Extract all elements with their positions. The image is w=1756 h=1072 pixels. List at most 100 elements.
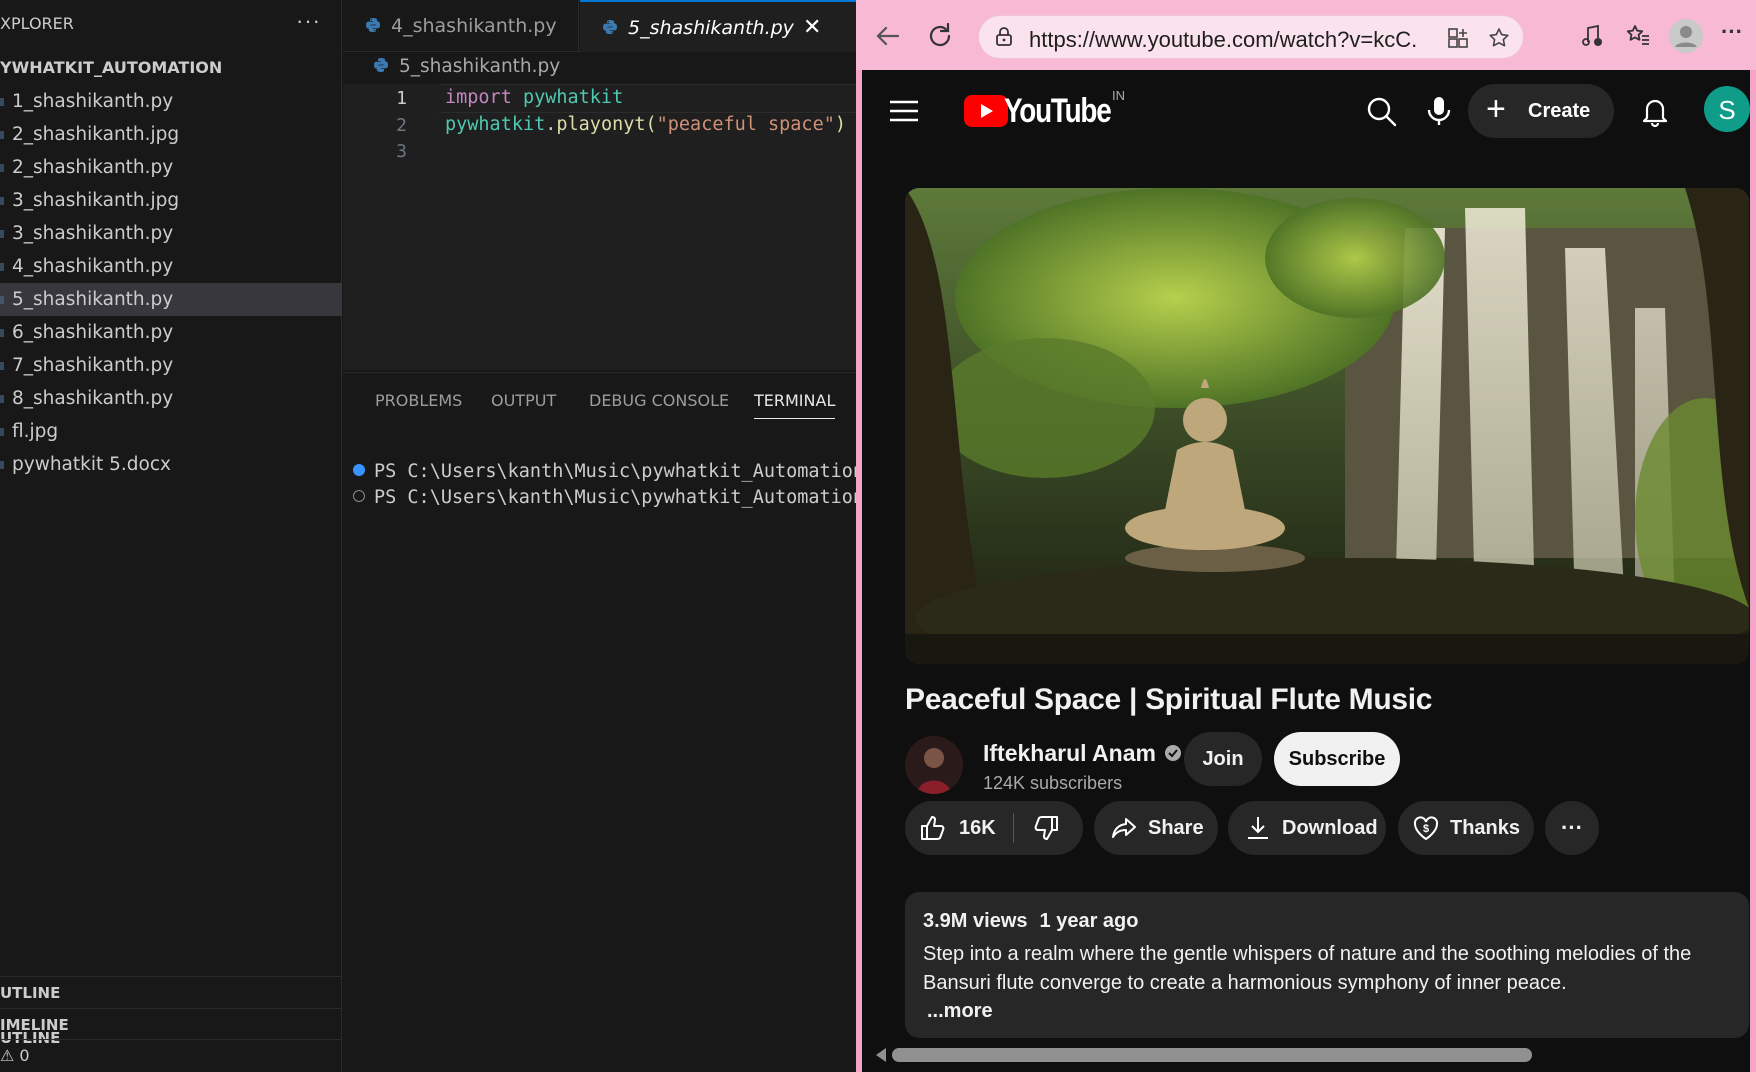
file-item[interactable]: 4_shashikanth.py (0, 250, 342, 283)
explorer-title: XPLORER (0, 14, 74, 33)
project-folder-title[interactable]: YWHATKIT_AUTOMATION (0, 58, 222, 77)
file-type-icon (0, 395, 4, 403)
file-item[interactable]: 3_shashikanth.jpg (0, 184, 342, 217)
file-type-icon (0, 197, 4, 205)
subscribe-button[interactable]: Subscribe (1274, 732, 1400, 786)
back-icon[interactable] (870, 18, 906, 54)
tab-terminal[interactable]: TERMINAL (754, 391, 836, 419)
timeline-section[interactable]: IMELINE (0, 1008, 342, 1040)
app-available-icon[interactable] (1446, 26, 1470, 50)
file-item[interactable]: 2_shashikanth.py (0, 151, 342, 184)
share-button[interactable]: Share (1094, 801, 1218, 855)
super-thanks-icon: $ (1413, 816, 1439, 841)
browser-window: https://www.youtube.com/watch?v=kcC... ·… (856, 0, 1756, 1072)
file-name: 3_shashikanth.py (12, 223, 174, 244)
code-function: playonyt (556, 114, 646, 135)
download-icon (1248, 817, 1268, 839)
horizontal-scrollbar[interactable] (892, 1048, 1532, 1062)
media-control-icon[interactable] (1578, 22, 1606, 50)
address-bar[interactable]: https://www.youtube.com/watch?v=kcC... (978, 15, 1524, 59)
youtube-page: YouTube IN + Create S Peaceful Space | S… (862, 70, 1750, 1072)
file-item[interactable]: 5_shashikanth.py (0, 283, 342, 316)
code-line-1[interactable]: import pywhatkit (445, 87, 623, 108)
file-list: 1_shashikanth.py 2_shashikanth.jpg 2_shash… (0, 85, 342, 481)
bell-icon[interactable] (1638, 94, 1672, 128)
join-button[interactable]: Join (1184, 732, 1262, 786)
outline-label: UTLINE (0, 984, 61, 1002)
more-icon[interactable]: ··· (1714, 14, 1750, 50)
description-box[interactable]: 3.9M views 1 year ago Step into a realm w… (905, 892, 1749, 1038)
create-label: Create (1528, 100, 1591, 122)
more-actions-icon: ··· (1561, 815, 1583, 840)
code-module: pywhatkit (445, 114, 546, 135)
like-count: 16K (959, 817, 996, 839)
code-editor[interactable]: 1 import pywhatkit 2 pywhatkit.playonyt(… (343, 84, 856, 370)
file-type-icon (0, 296, 4, 304)
bottom-panel: PROBLEMS OUTPUT DEBUG CONSOLE TERMINAL P… (343, 372, 864, 1048)
terminal-line[interactable]: PS C:\Users\kanth\Music\pywhatkit_Automa… (353, 487, 864, 508)
download-button[interactable]: Download (1228, 801, 1386, 855)
tab-4-shashikanth[interactable]: 4_shashikanth.py (343, 0, 579, 52)
favorite-star-icon[interactable] (1487, 26, 1511, 50)
channel-avatar[interactable] (905, 736, 963, 794)
browser-toolbar: https://www.youtube.com/watch?v=kcC... ·… (856, 0, 1756, 70)
file-name: 2_shashikanth.jpg (12, 124, 180, 145)
file-item[interactable]: 8_shashikanth.py (0, 382, 342, 415)
create-button[interactable]: + Create (1468, 84, 1614, 138)
scroll-left-arrow-icon[interactable] (876, 1048, 886, 1062)
file-item[interactable]: pywhatkit 5.docx (0, 448, 342, 481)
avatar[interactable]: S (1704, 86, 1750, 132)
file-name: 4_shashikanth.py (12, 256, 174, 277)
description-text: Step into a realm where the gentle whisp… (923, 943, 1692, 994)
code-module: pywhatkit (522, 87, 624, 108)
file-name: 2_shashikanth.py (12, 157, 174, 178)
profile-icon[interactable] (1668, 18, 1704, 54)
breadcrumb[interactable]: 5_shashikanth.py (373, 56, 560, 77)
thumbs-up-icon (921, 816, 945, 840)
verified-badge-icon (1164, 745, 1181, 761)
file-item[interactable]: 6_shashikanth.py (0, 316, 342, 349)
tab-5-shashikanth[interactable]: 5_shashikanth.py ✕ (580, 0, 856, 52)
video-title: Peaceful Space | Spiritual Flute Music (905, 683, 1433, 716)
like-button[interactable]: 16K (905, 801, 1013, 855)
svg-text:$: $ (1423, 823, 1429, 835)
file-type-icon (0, 164, 4, 172)
microphone-icon[interactable] (1422, 94, 1456, 128)
file-item[interactable]: fl.jpg (0, 415, 342, 448)
file-name: 6_shashikanth.py (12, 322, 174, 343)
channel-name-text: Iftekharul Anam (983, 740, 1156, 766)
outline-section[interactable]: UTLINE (0, 976, 342, 1008)
tab-problems[interactable]: PROBLEMS (375, 391, 462, 410)
explorer-sidebar: XPLORER ··· YWHATKIT_AUTOMATION 1_shashi… (0, 0, 342, 1072)
search-icon[interactable] (1364, 94, 1398, 128)
dislike-button[interactable] (1014, 801, 1083, 855)
status-warnings[interactable]: ⚠ 0 (0, 1046, 30, 1065)
file-item[interactable]: 1_shashikanth.py (0, 85, 342, 118)
file-item[interactable]: 3_shashikanth.py (0, 217, 342, 250)
video-player[interactable] (905, 188, 1749, 664)
file-item[interactable]: 7_shashikanth.py (0, 349, 342, 382)
file-type-icon (0, 263, 4, 271)
tab-debug-console[interactable]: DEBUG CONSOLE (589, 391, 729, 410)
terminal-line[interactable]: PS C:\Users\kanth\Music\pywhatkit_Automa… (353, 461, 864, 482)
join-label: Join (1202, 748, 1244, 770)
thanks-button[interactable]: $ Thanks (1398, 801, 1534, 855)
refresh-icon[interactable] (922, 18, 958, 54)
more-actions-button[interactable]: ··· (1545, 801, 1599, 855)
channel-name[interactable]: Iftekharul Anam (983, 740, 1182, 767)
file-name: fl.jpg (12, 421, 59, 442)
hamburger-menu-icon[interactable] (890, 100, 918, 122)
tab-output[interactable]: OUTPUT (491, 391, 556, 410)
file-name: pywhatkit 5.docx (12, 454, 171, 475)
explorer-more-button[interactable]: ··· (296, 8, 321, 34)
region-code: IN (1112, 88, 1125, 103)
lock-icon[interactable] (993, 26, 1015, 48)
subscribe-label: Subscribe (1288, 748, 1386, 770)
show-more-link[interactable]: ...more (927, 1000, 993, 1023)
breadcrumb-file: 5_shashikanth.py (399, 56, 561, 77)
file-item[interactable]: 2_shashikanth.jpg (0, 118, 342, 151)
close-icon[interactable]: ✕ (803, 2, 821, 54)
favorites-icon[interactable] (1624, 22, 1652, 50)
like-dislike-group: 16K (905, 801, 1083, 855)
code-line-2[interactable]: pywhatkit.playonyt("peaceful space") (445, 114, 846, 135)
